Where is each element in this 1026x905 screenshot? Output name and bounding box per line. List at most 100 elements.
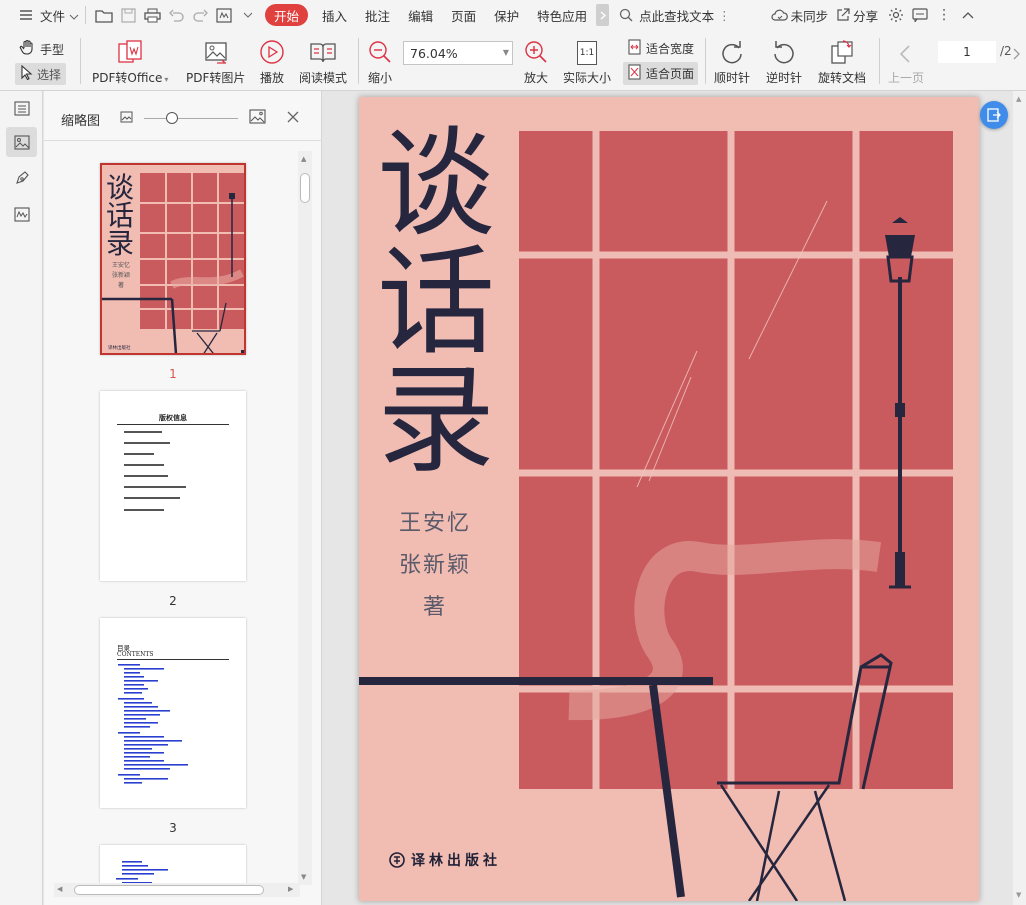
actual-size-icon: 1:1 [577,35,597,65]
file-menu-label: 文件 [40,8,66,24]
thumbnail-horizontal-scrollbar[interactable]: ◀ ▶ [54,883,300,897]
tab-page[interactable]: 页面 [442,0,485,30]
fit-width-button[interactable]: 适合宽度 [627,39,694,58]
more-options-icon[interactable]: ⋮ [932,3,956,27]
search-box[interactable]: 点此查找文本 ⋮ [619,0,731,30]
book-read-icon [309,35,337,65]
scroll-down-arrow-icon[interactable]: ▼ [1016,891,1021,899]
zoom-in-icon [523,35,549,65]
select-tool-button[interactable]: 选择 [15,63,67,85]
thumbnail-vertical-scrollbar[interactable]: ▲ ▼ [298,151,312,885]
document-view[interactable]: 谈 话 录 王安忆 张新颖 著 译林出版社 [323,91,1013,905]
actual-size-button[interactable]: 1:1 实际大小 [563,35,611,86]
zoom-level-select[interactable]: 76.04% ▼ [403,41,513,65]
tab-scroll-right-icon[interactable] [596,4,610,26]
scroll-right-arrow-icon[interactable]: ▶ [288,885,293,893]
scroll-down-arrow-icon[interactable]: ▼ [301,873,306,881]
chevron-left-icon [896,35,916,65]
redo-icon[interactable] [188,3,212,27]
thumb-publisher: 译林出版社 [108,344,131,351]
zoom-out-icon [367,35,393,65]
prev-page-button[interactable]: 上一页 [888,35,924,86]
thumbnail-page-4[interactable] [100,845,246,885]
scroll-up-arrow-icon[interactable]: ▲ [301,155,306,163]
select-tool-label: 选择 [37,67,62,82]
ribbon-scroll-right-icon[interactable] [1013,48,1021,63]
thumbnails-image-icon[interactable] [6,127,37,157]
page-number-input[interactable]: 1 [938,41,996,63]
scroll-left-arrow-icon[interactable]: ◀ [57,885,62,893]
print-icon[interactable] [140,3,164,27]
scroll-up-arrow-icon[interactable]: ▲ [1016,95,1021,103]
rotate-counterclockwise-label: 逆时针 [766,71,803,85]
thumbnail-page-number-2: 2 [169,594,177,608]
fit-page-label: 适合页面 [646,67,695,81]
settings-gear-icon[interactable] [884,3,908,27]
tab-insert[interactable]: 插入 [313,0,356,30]
zoom-in-button[interactable]: 放大 [523,35,549,86]
page-total: /2 [1000,44,1012,58]
save-icon[interactable] [116,3,140,27]
large-image-icon[interactable] [249,109,266,127]
rotate-clockwise-button[interactable]: 顺时针 [714,35,750,86]
slider-handle[interactable] [166,112,178,124]
fit-page-button[interactable]: 适合页面 [623,62,699,85]
sync-status[interactable]: 未同步 [771,0,829,30]
tab-edit[interactable]: 编辑 [399,0,442,30]
rotate-counterclockwise-button[interactable]: 逆时针 [766,35,802,86]
share-label: 分享 [853,8,879,24]
cover-publisher: 译林出版社 [389,850,501,870]
cover-title-char-2: 话 [377,233,496,371]
undo-icon[interactable] [164,3,188,27]
divider [879,38,880,84]
hand-tool-button[interactable]: 手型 [19,39,64,59]
thumbnail-page-3[interactable]: 目录 CONTENTS [100,618,246,808]
thumbnail-page-number-3: 3 [169,821,177,835]
cover-author-suffix: 著 [423,595,448,620]
collapse-ribbon-icon[interactable] [956,3,980,27]
outline-list-icon[interactable] [6,93,37,123]
thumbnail-page-2[interactable]: 版权信息 [100,391,246,581]
thumbnail-size-slider[interactable] [144,112,238,124]
tab-start[interactable]: 开始 [265,4,309,26]
pdf-reader-window: 文件 开始 插入 批注 编辑 页面 保护 特色应用 点此查找文本 ⋮ 未同步 分… [0,0,1026,905]
open-folder-icon[interactable] [92,3,116,27]
thumbnail-page-1[interactable]: 谈 话 录 王安忆 张新颖 著 译林出版社 [100,163,246,355]
rotate-document-button[interactable]: 旋转文档 [818,35,866,86]
thumb-title-char-3: 录 [106,227,134,260]
floating-convert-button[interactable] [980,101,1008,129]
menu-bar: 文件 开始 插入 批注 编辑 页面 保护 特色应用 点此查找文本 ⋮ 未同步 分… [0,0,1026,30]
tab-comment[interactable]: 批注 [356,0,399,30]
tab-special-apps[interactable]: 特色应用 [528,0,596,30]
publisher-logo-icon [389,852,405,868]
signature-icon[interactable] [6,199,37,229]
zoom-out-button[interactable]: 缩小 [367,35,393,86]
cover-thumbnail-art: 谈 话 录 王安忆 张新颖 著 译林出版社 [102,171,244,353]
more-dropdown-icon[interactable] [236,3,260,27]
book-cover-page: 谈 话 录 王安忆 张新颖 著 译林出版社 [359,97,979,901]
scrollbar-thumb[interactable] [74,885,264,895]
file-menu[interactable]: 文件 [14,0,79,30]
read-mode-button[interactable]: 阅读模式 [299,35,347,86]
sign-icon[interactable] [212,3,236,27]
feedback-message-icon[interactable] [908,3,932,27]
sync-label: 未同步 [790,8,829,24]
play-label: 播放 [259,71,284,85]
pdf-to-image-button[interactable]: PDF转图片 [186,35,245,86]
hand-tool-label: 手型 [40,42,65,57]
sidebar-icon-strip [0,91,43,905]
thumb-page2-text-lines [124,431,186,511]
play-button[interactable]: 播放 [259,35,285,86]
close-panel-icon[interactable] [287,111,299,126]
tab-protect[interactable]: 保护 [485,0,528,30]
pdf-to-image-label: PDF转图片 [186,71,246,85]
small-image-icon[interactable] [120,111,133,126]
more-vertical-icon: ⋮ [718,7,731,23]
share-button[interactable]: 分享 [836,0,878,30]
document-vertical-scrollbar[interactable]: ▲ ▼ [1013,91,1026,905]
cover-title-char-1: 谈 [377,115,496,253]
scrollbar-thumb[interactable] [300,173,310,203]
fit-width-label: 适合宽度 [646,42,695,56]
annotation-pen-icon[interactable] [6,163,37,193]
pdf-to-office-button[interactable]: PDF转Office ▾ [92,35,168,86]
